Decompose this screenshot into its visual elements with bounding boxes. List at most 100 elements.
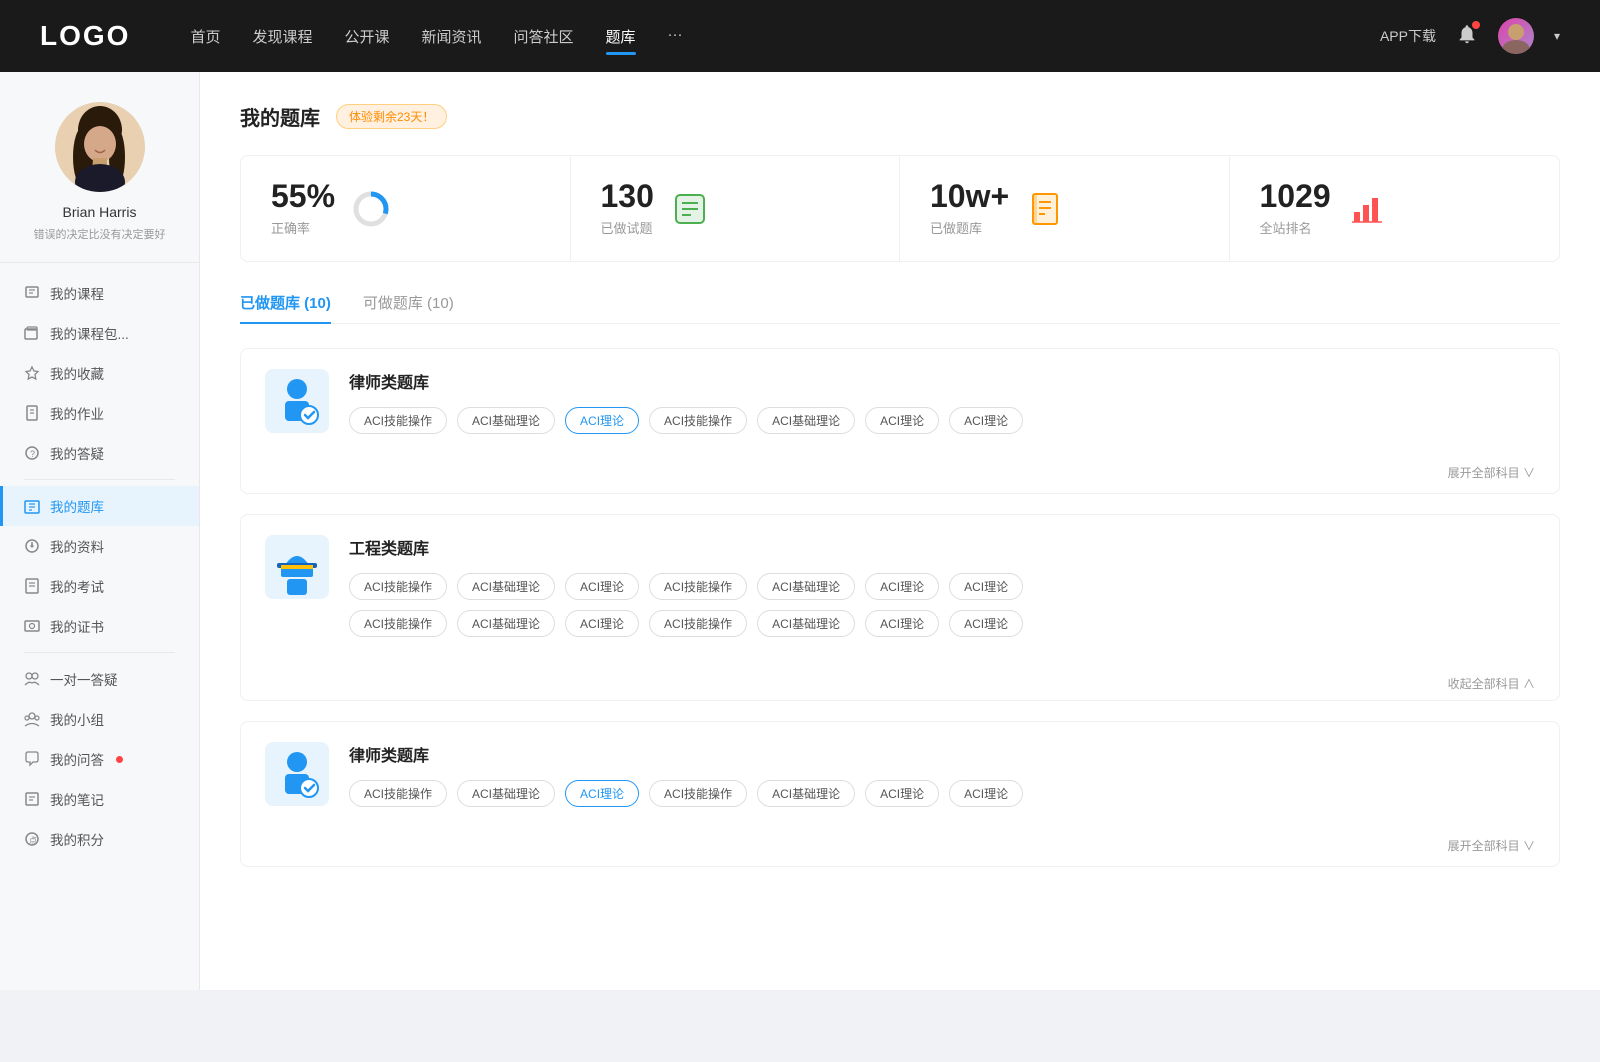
question-icon: ?	[24, 445, 40, 461]
tag[interactable]: ACI理论	[865, 780, 939, 807]
page-title: 我的题库	[240, 102, 320, 131]
tag[interactable]: ACI理论	[565, 573, 639, 600]
exam-icon	[24, 578, 40, 594]
tag[interactable]: ACI理论	[865, 610, 939, 637]
svg-text:?: ?	[30, 449, 35, 459]
sidebar-item-bank[interactable]: 我的题库	[0, 486, 199, 526]
tag[interactable]: ACI基础理论	[457, 780, 555, 807]
sidebar-menu: 我的课程 我的课程包... 我的收藏 我的作业	[0, 273, 199, 859]
stat-value-banks: 10w+	[930, 180, 1009, 212]
bank-icon	[24, 498, 40, 514]
tag[interactable]: ACI技能操作	[349, 610, 447, 637]
tag[interactable]: ACI基础理论	[757, 780, 855, 807]
group-icon	[24, 711, 40, 727]
avatar-image	[55, 102, 145, 192]
tag[interactable]: ACI理论	[865, 573, 939, 600]
tag[interactable]: ACI技能操作	[649, 780, 747, 807]
tag[interactable]: ACI基础理论	[457, 610, 555, 637]
stat-label-rank: 全站排名	[1260, 218, 1331, 237]
tag[interactable]: ACI技能操作	[649, 573, 747, 600]
points-icon: 点	[24, 831, 40, 847]
sidebar-item-exam[interactable]: 我的考试	[0, 566, 199, 606]
collapse-link-2[interactable]: 收起全部科目 ∧	[241, 667, 1559, 700]
user-avatar[interactable]	[1498, 18, 1534, 54]
sidebar-item-favorites[interactable]: 我的收藏	[0, 353, 199, 393]
tag[interactable]: ACI基础理论	[757, 610, 855, 637]
nav-qa[interactable]: 问答社区	[514, 22, 574, 51]
sidebar-divider-2	[24, 652, 175, 653]
stat-value-rank: 1029	[1260, 180, 1331, 212]
nav-bank[interactable]: 题库	[606, 22, 636, 51]
tag[interactable]: ACI理论	[565, 610, 639, 637]
sidebar-item-points[interactable]: 点 我的积分	[0, 819, 199, 859]
sidebar-item-label: 我的收藏	[50, 363, 104, 383]
tag[interactable]: ACI基础理论	[757, 573, 855, 600]
notification-dot	[116, 756, 123, 763]
bar-chart-icon	[1347, 189, 1387, 229]
course-icon	[24, 285, 40, 301]
tag-active[interactable]: ACI理论	[565, 407, 639, 434]
sidebar-item-course-pack[interactable]: 我的课程包...	[0, 313, 199, 353]
bank-tags-2a: ACI技能操作 ACI基础理论 ACI理论 ACI技能操作 ACI基础理论 AC…	[349, 573, 1535, 600]
nav-home[interactable]: 首页	[190, 22, 220, 51]
sidebar-item-group[interactable]: 我的小组	[0, 699, 199, 739]
bank-name-1: 律师类题库	[349, 369, 1535, 393]
bank-tags-1: ACI技能操作 ACI基础理论 ACI理论 ACI技能操作 ACI基础理论 AC…	[349, 407, 1535, 434]
profile-motto: 错误的决定比没有决定要好	[34, 226, 166, 242]
tag[interactable]: ACI技能操作	[649, 610, 747, 637]
nav-open-course[interactable]: 公开课	[344, 22, 389, 51]
sidebar-item-label: 我的答疑	[50, 443, 104, 463]
tag[interactable]: ACI技能操作	[349, 780, 447, 807]
stat-value-correct: 55%	[271, 180, 335, 212]
bank-name-3: 律师类题库	[349, 742, 1535, 766]
tab-available[interactable]: 可做题库 (10)	[363, 292, 454, 323]
bank-tags-3: ACI技能操作 ACI基础理论 ACI理论 ACI技能操作 ACI基础理论 AC…	[349, 780, 1535, 807]
tag-active[interactable]: ACI理论	[565, 780, 639, 807]
expand-link-3[interactable]: 展开全部科目 ∨	[241, 837, 1559, 866]
sidebar-item-data[interactable]: 我的资料	[0, 526, 199, 566]
sidebar-profile: Brian Harris 错误的决定比没有决定要好	[0, 102, 199, 263]
bank-card-1: 律师类题库 ACI技能操作 ACI基础理论 ACI理论 ACI技能操作 ACI基…	[240, 348, 1560, 494]
tag[interactable]: ACI技能操作	[349, 407, 447, 434]
user-menu-chevron[interactable]: ▾	[1554, 29, 1560, 43]
tab-done[interactable]: 已做题库 (10)	[240, 292, 331, 323]
nav-news[interactable]: 新闻资讯	[422, 22, 482, 51]
expand-link-1[interactable]: 展开全部科目 ∨	[241, 464, 1559, 493]
tag[interactable]: ACI基础理论	[457, 407, 555, 434]
tag[interactable]: ACI理论	[865, 407, 939, 434]
sidebar-item-label: 我的课程	[50, 283, 104, 303]
sidebar-item-label: 我的证书	[50, 616, 104, 636]
sidebar-item-questions[interactable]: ? 我的答疑	[0, 433, 199, 473]
nav-discover[interactable]: 发现课程	[252, 22, 312, 51]
sidebar-item-homework[interactable]: 我的作业	[0, 393, 199, 433]
bell-dot	[1472, 21, 1480, 29]
cert-icon	[24, 618, 40, 634]
sidebar-divider	[24, 479, 175, 480]
sidebar-item-label: 一对一答疑	[50, 669, 118, 689]
tag[interactable]: ACI技能操作	[649, 407, 747, 434]
tag[interactable]: ACI理论	[949, 610, 1023, 637]
app-download[interactable]: APP下载	[1380, 26, 1436, 46]
note-icon	[24, 791, 40, 807]
main-content: 我的题库 体验剩余23天！ 55% 正确率	[200, 72, 1600, 990]
navbar: LOGO 首页 发现课程 公开课 新闻资讯 问答社区 题库 ··· APP下载 …	[0, 0, 1600, 72]
sidebar-item-course[interactable]: 我的课程	[0, 273, 199, 313]
tag[interactable]: ACI理论	[949, 573, 1023, 600]
sidebar-item-label: 我的作业	[50, 403, 104, 423]
tag[interactable]: ACI技能操作	[349, 573, 447, 600]
tag[interactable]: ACI基础理论	[457, 573, 555, 600]
tag[interactable]: ACI理论	[949, 407, 1023, 434]
list-icon	[670, 189, 710, 229]
profile-name: Brian Harris	[63, 204, 137, 220]
stat-done-questions: 130 已做试题	[571, 156, 901, 261]
sidebar-item-one-on-one[interactable]: 一对一答疑	[0, 659, 199, 699]
bell-button[interactable]	[1456, 23, 1478, 50]
sidebar-item-my-qa[interactable]: 我的问答	[0, 739, 199, 779]
tag[interactable]: ACI基础理论	[757, 407, 855, 434]
tag[interactable]: ACI理论	[949, 780, 1023, 807]
sidebar-item-notes[interactable]: 我的笔记	[0, 779, 199, 819]
sidebar-item-cert[interactable]: 我的证书	[0, 606, 199, 646]
nav-more[interactable]: ···	[668, 22, 683, 51]
page-layout: Brian Harris 错误的决定比没有决定要好 我的课程 我的课程包...	[0, 72, 1600, 990]
qa-icon	[24, 751, 40, 767]
